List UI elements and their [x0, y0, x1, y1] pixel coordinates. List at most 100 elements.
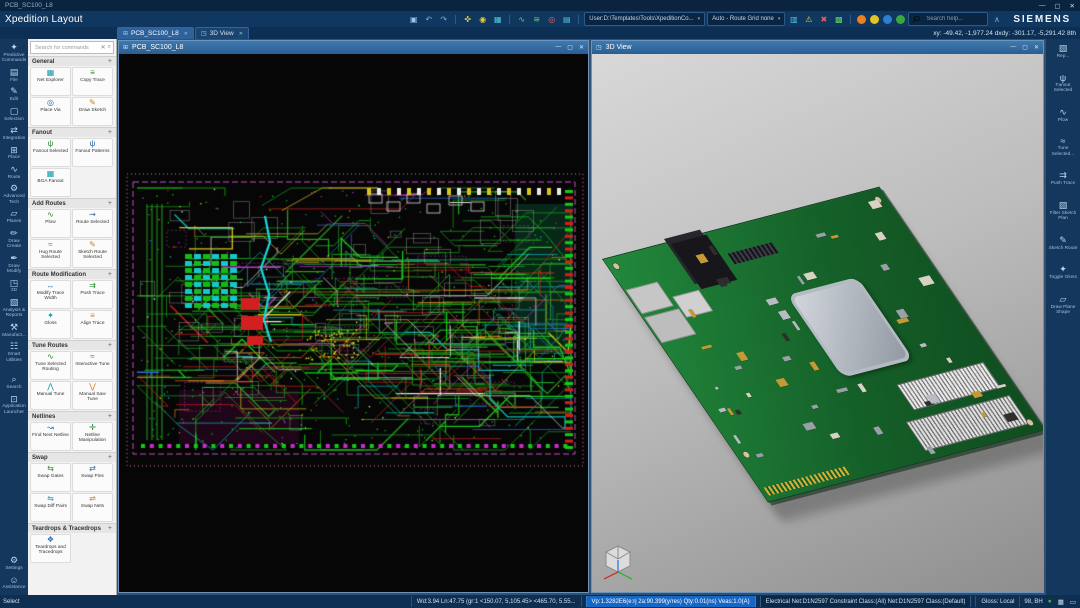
sidebar-item-place[interactable]: ⊞ Place: [0, 144, 28, 163]
sidebar-item-selection[interactable]: ▢ Selection: [0, 105, 28, 124]
app-minimize-button[interactable]: —: [1039, 2, 1046, 10]
command-swap-nets[interactable]: ⇌ Swap Nets: [72, 493, 113, 522]
window-minimize-button[interactable]: —: [1010, 44, 1016, 51]
command-netline-manipulation[interactable]: ✛ Netline Manipulation: [72, 422, 113, 451]
help-search-input[interactable]: [924, 15, 985, 23]
panel-grid-icon[interactable]: ▦: [1058, 598, 1064, 606]
command-bga-fanout[interactable]: ▦ BGA Fanout: [30, 168, 71, 197]
display-control-icon[interactable]: ▥: [787, 13, 800, 25]
pin-icon[interactable]: ✜: [461, 13, 474, 25]
section-expand-icon[interactable]: +: [108, 454, 112, 461]
pcb-2d-window-titlebar[interactable]: ⊞ PCB_SC100_L8 — ▢ ✕: [119, 41, 588, 54]
status-green-button[interactable]: [896, 14, 906, 24]
command-copy-trace[interactable]: ≡ Copy Trace: [72, 67, 113, 96]
command-swap-gates[interactable]: ⇆ Swap Gates: [30, 463, 71, 492]
sidebar-item-settings[interactable]: ⚙ Settings: [0, 554, 28, 573]
sidebar-item-integration[interactable]: ⇄ Integration: [0, 124, 28, 143]
sidebar-item-draw-create[interactable]: ✏ Draw Create: [0, 227, 28, 252]
app-maximize-button[interactable]: ▢: [1054, 2, 1060, 10]
section-expand-icon[interactable]: +: [108, 525, 112, 532]
sidebar-item-draw-modify[interactable]: ✒ Draw Modify: [0, 252, 28, 277]
command-plow[interactable]: ∿ Plow: [30, 209, 71, 238]
view-3d-window-titlebar[interactable]: ◳ 3D View — ▢ ✕: [592, 41, 1043, 54]
sidebar-item-route[interactable]: ∿ Route: [0, 163, 28, 182]
right-rail-reports[interactable]: ▧ Rep...: [1046, 43, 1080, 60]
right-rail-toggle-gloss[interactable]: ✦ Toggle Gloss: [1046, 264, 1080, 281]
app-close-button[interactable]: ✕: [1070, 2, 1075, 10]
section-header-add-routes[interactable]: Add Routes +: [28, 198, 116, 208]
status-yellow-button[interactable]: [870, 14, 880, 24]
clear-icon[interactable]: ✕: [101, 44, 106, 51]
command-fanout-patterns[interactable]: ψ Fanout Patterns: [72, 138, 113, 167]
command-gloss[interactable]: ✦ Gloss: [30, 310, 71, 339]
section-expand-icon[interactable]: +: [108, 342, 112, 349]
gloss-mode[interactable]: Gloss: Local: [975, 596, 1021, 607]
status-orange-button[interactable]: [857, 14, 867, 24]
window-close-button[interactable]: ✕: [579, 44, 584, 51]
user-path-dropdown[interactable]: User:D:\Templates\Tools\XpeditionCo... ▾: [584, 12, 706, 26]
delete-icon[interactable]: ✖: [817, 13, 830, 25]
command-interactive-tune[interactable]: ≈ Interactive Tune: [72, 351, 113, 380]
window-minimize-button[interactable]: —: [555, 44, 561, 51]
command-push-trace[interactable]: ⇉ Push Trace: [72, 280, 113, 309]
sidebar-item-predictive-commands[interactable]: ✦ Predictive Commands: [0, 41, 28, 66]
tab-pcb-layout[interactable]: ⊞ PCB_SC100_L8 ✕: [117, 27, 194, 39]
command-fanout-selected[interactable]: ψ Fanout Selected: [30, 138, 71, 167]
warning-icon[interactable]: ⚠: [802, 13, 815, 25]
right-rail-sketch-route[interactable]: ✎ Sketch Route: [1046, 235, 1080, 252]
sidebar-item-3d[interactable]: ◳ 3D: [0, 277, 28, 296]
layers-icon[interactable]: ▤: [560, 13, 573, 25]
sidebar-item-planes[interactable]: ▱ Planes: [0, 207, 28, 226]
status-blue-button[interactable]: [883, 14, 893, 24]
sidebar-item-advanced-tech[interactable]: ⚙ Advanced Tech: [0, 182, 28, 207]
command-manual-saw-tune[interactable]: ⋁ Manual Saw Tune: [72, 381, 113, 410]
right-rail-filter-sketch-plan[interactable]: ▨ Filter Sketch Plan: [1046, 200, 1080, 222]
grid-toggle-icon[interactable]: ▩: [832, 13, 845, 25]
sidebar-item-application-launcher[interactable]: ⊡ Application Launcher: [0, 393, 28, 418]
command-swap-diff-pairs[interactable]: ⇋ Swap Diff Pairs: [30, 493, 71, 522]
sidebar-item-analysis-reports[interactable]: ▧ Analysis & Reports: [0, 296, 28, 321]
section-header-swap[interactable]: Swap +: [28, 452, 116, 462]
sidebar-item-smart-utilities[interactable]: ☷ Smart Utilities: [0, 340, 28, 365]
right-rail-push-trace[interactable]: ⇉ Push Trace: [1046, 170, 1080, 187]
select-filter-icon[interactable]: ▦: [491, 13, 504, 25]
redo-icon[interactable]: ↷: [437, 13, 450, 25]
section-expand-icon[interactable]: +: [108, 413, 112, 420]
view-3d-canvas[interactable]: [592, 54, 1043, 592]
command-modify-trace-width[interactable]: ↔ Modify Trace Width: [30, 280, 71, 309]
section-header-fanout[interactable]: Fanout +: [28, 127, 116, 137]
right-rail-fanout-selected[interactable]: ψ Fanout Selected: [1046, 73, 1080, 94]
monitor-icon[interactable]: ▭: [1070, 598, 1076, 606]
window-maximize-button[interactable]: ▢: [567, 44, 573, 51]
section-header-tune-routes[interactable]: Tune Routes +: [28, 340, 116, 350]
sidebar-item-search[interactable]: ⌕ Search: [0, 373, 28, 392]
tab-close-icon[interactable]: ✕: [239, 31, 243, 37]
command-swap-pins[interactable]: ⇄ Swap Pins: [72, 463, 113, 492]
orientation-cube[interactable]: [600, 540, 636, 582]
section-header-general[interactable]: General +: [28, 56, 116, 66]
command-find-next-netline[interactable]: ↝ Find Next Netline: [30, 422, 71, 451]
plow-icon[interactable]: ≋: [530, 13, 543, 25]
window-close-button[interactable]: ✕: [1034, 44, 1039, 51]
command-draw-sketch[interactable]: ✎ Draw Sketch: [72, 97, 113, 126]
section-expand-icon[interactable]: +: [108, 271, 112, 278]
command-sketch-route-selected[interactable]: ✎ Sketch Route Selected: [72, 239, 113, 268]
command-net-explorer[interactable]: ▦ Net Explorer: [30, 67, 71, 96]
sidebar-item-manufacturing[interactable]: ⚒ Manufact...: [0, 321, 28, 340]
tab-close-icon[interactable]: ✕: [184, 31, 188, 37]
section-header-teardrops[interactable]: Teardrops & Tracedrops +: [28, 523, 116, 533]
collapse-ribbon-icon[interactable]: ∧: [990, 13, 1003, 25]
command-teardrops-tracedrops[interactable]: ❖ Teardrops and Tracedrops: [30, 534, 71, 563]
route-mode-icon[interactable]: ∿: [515, 13, 528, 25]
command-hug-route-selected[interactable]: ≈ Hug Route Selected: [30, 239, 71, 268]
pcb-design-canvas[interactable]: [119, 54, 588, 592]
undo-icon[interactable]: ↶: [422, 13, 435, 25]
command-manual-tune[interactable]: ⋀ Manual Tune: [30, 381, 71, 410]
command-align-trace[interactable]: ≡ Align Trace: [72, 310, 113, 339]
right-rail-draw-plane-shape[interactable]: ▱ Draw Plane Shape: [1046, 294, 1080, 316]
section-expand-icon[interactable]: +: [108, 58, 112, 65]
save-icon[interactable]: ▣: [407, 13, 420, 25]
lock-icon[interactable]: ◉: [476, 13, 489, 25]
right-rail-tune-selected[interactable]: ≈ Tune Selected...: [1046, 136, 1080, 157]
tab-3d-view[interactable]: ◳ 3D View ✕: [194, 27, 249, 39]
